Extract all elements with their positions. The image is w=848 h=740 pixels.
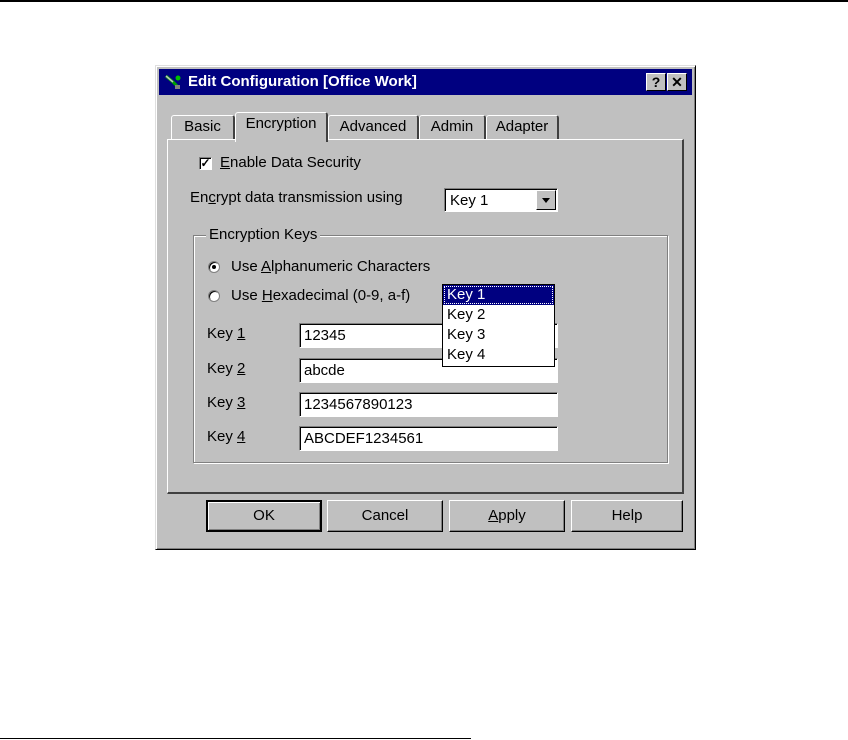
key-4-label: Key 4 [207, 428, 245, 445]
tab-label: Admin [430, 118, 474, 135]
label-hotkey: A [488, 507, 499, 524]
selected-key-value: Key 1 [450, 192, 489, 209]
button-label: Help [611, 507, 643, 524]
dropdown-button[interactable] [536, 190, 556, 210]
dropdown-option-key-3[interactable]: Key 3 [443, 325, 554, 345]
label-text: En [190, 189, 209, 206]
tab-advanced[interactable]: Advanced [328, 115, 419, 139]
key-3-label: Key 3 [207, 394, 245, 411]
tab-admin[interactable]: Admin [419, 115, 486, 139]
network-plug-icon [164, 73, 182, 91]
tab-label: Basic [184, 118, 221, 135]
radio-hexadecimal-label[interactable]: Use Hexadecimal (0-9, a-f) [231, 287, 410, 304]
help-button[interactable]: Help [571, 500, 683, 532]
tab-basic[interactable]: Basic [171, 115, 235, 139]
label-text: pply [498, 507, 526, 524]
key-3-input[interactable]: 1234567890123 [299, 392, 558, 417]
label-text: nable Data Security [230, 154, 361, 171]
label-hotkey: 2 [237, 360, 246, 377]
label-hotkey: c [208, 189, 216, 206]
question-mark-icon: ? [651, 74, 661, 90]
window-title: Edit Configuration [Office Work] [188, 73, 417, 90]
label-hotkey: H [261, 287, 273, 304]
label-hotkey: 1 [237, 325, 246, 342]
tab-label: Adapter [495, 118, 549, 135]
button-label: Cancel [361, 507, 409, 524]
enable-data-security-label[interactable]: Enable Data Security [220, 154, 361, 171]
title-bar[interactable]: Edit Configuration [Office Work] ? ✕ [159, 69, 692, 95]
label-hotkey: A [261, 258, 272, 275]
chevron-down-icon [542, 198, 550, 203]
label-text: Key [207, 360, 238, 377]
radio-selected-dot [212, 265, 216, 269]
tab-label: Advanced [339, 118, 407, 135]
label-text: Key [207, 428, 238, 445]
cancel-button[interactable]: Cancel [327, 500, 443, 532]
label-text: Use [231, 258, 262, 275]
encryption-key-select[interactable]: Key 1 [444, 188, 558, 212]
tab-label: Encryption [245, 115, 317, 132]
dropdown-option-key-1[interactable]: Key 1 [443, 285, 554, 305]
encryption-key-dropdown-list[interactable]: Key 1 Key 2 Key 3 Key 4 [442, 284, 555, 367]
key-2-label: Key 2 [207, 360, 245, 377]
tab-encryption[interactable]: Encryption [235, 112, 328, 142]
button-label: OK [253, 507, 275, 524]
key-1-label: Key 1 [207, 325, 245, 342]
encryption-tab-panel: ✓ Enable Data Security Encrypt data tran… [167, 139, 684, 494]
dropdown-option-key-4[interactable]: Key 4 [443, 345, 554, 365]
enable-data-security-checkbox[interactable]: ✓ [199, 157, 212, 170]
label-text: lphanumeric Characters [271, 258, 431, 275]
label-text: exadecimal (0-9, a-f) [272, 287, 411, 304]
label-text: rypt data transmission using [215, 189, 403, 206]
ok-button[interactable]: OK [206, 500, 322, 532]
label-text: Key [207, 325, 238, 342]
tab-adapter[interactable]: Adapter [486, 115, 559, 139]
button-label: Apply [488, 507, 526, 524]
apply-button[interactable]: Apply [449, 500, 565, 532]
close-icon: ✕ [671, 74, 683, 90]
page-rule-top [0, 0, 848, 2]
label-text: Use [231, 287, 262, 304]
label-hotkey: E [220, 154, 231, 171]
encrypt-using-label: Encrypt data transmission using [190, 189, 403, 206]
checkmark-icon: ✓ [200, 156, 211, 170]
label-text: Key [207, 394, 238, 411]
encryption-keys-group-title: Encryption Keys [206, 226, 321, 243]
dropdown-option-key-2[interactable]: Key 2 [443, 305, 554, 325]
close-button[interactable]: ✕ [667, 73, 687, 91]
help-title-button[interactable]: ? [646, 73, 666, 91]
label-hotkey: 4 [237, 428, 246, 445]
page-rule-bottom [0, 738, 471, 739]
label-hotkey: 3 [237, 394, 246, 411]
edit-configuration-dialog: Edit Configuration [Office Work] ? ✕ Bas… [155, 65, 696, 550]
key-4-input[interactable]: ABCDEF1234561 [299, 426, 558, 451]
radio-alphanumeric[interactable] [208, 261, 220, 273]
radio-alphanumeric-label[interactable]: Use Alphanumeric Characters [231, 258, 430, 275]
radio-hexadecimal[interactable] [208, 290, 220, 302]
